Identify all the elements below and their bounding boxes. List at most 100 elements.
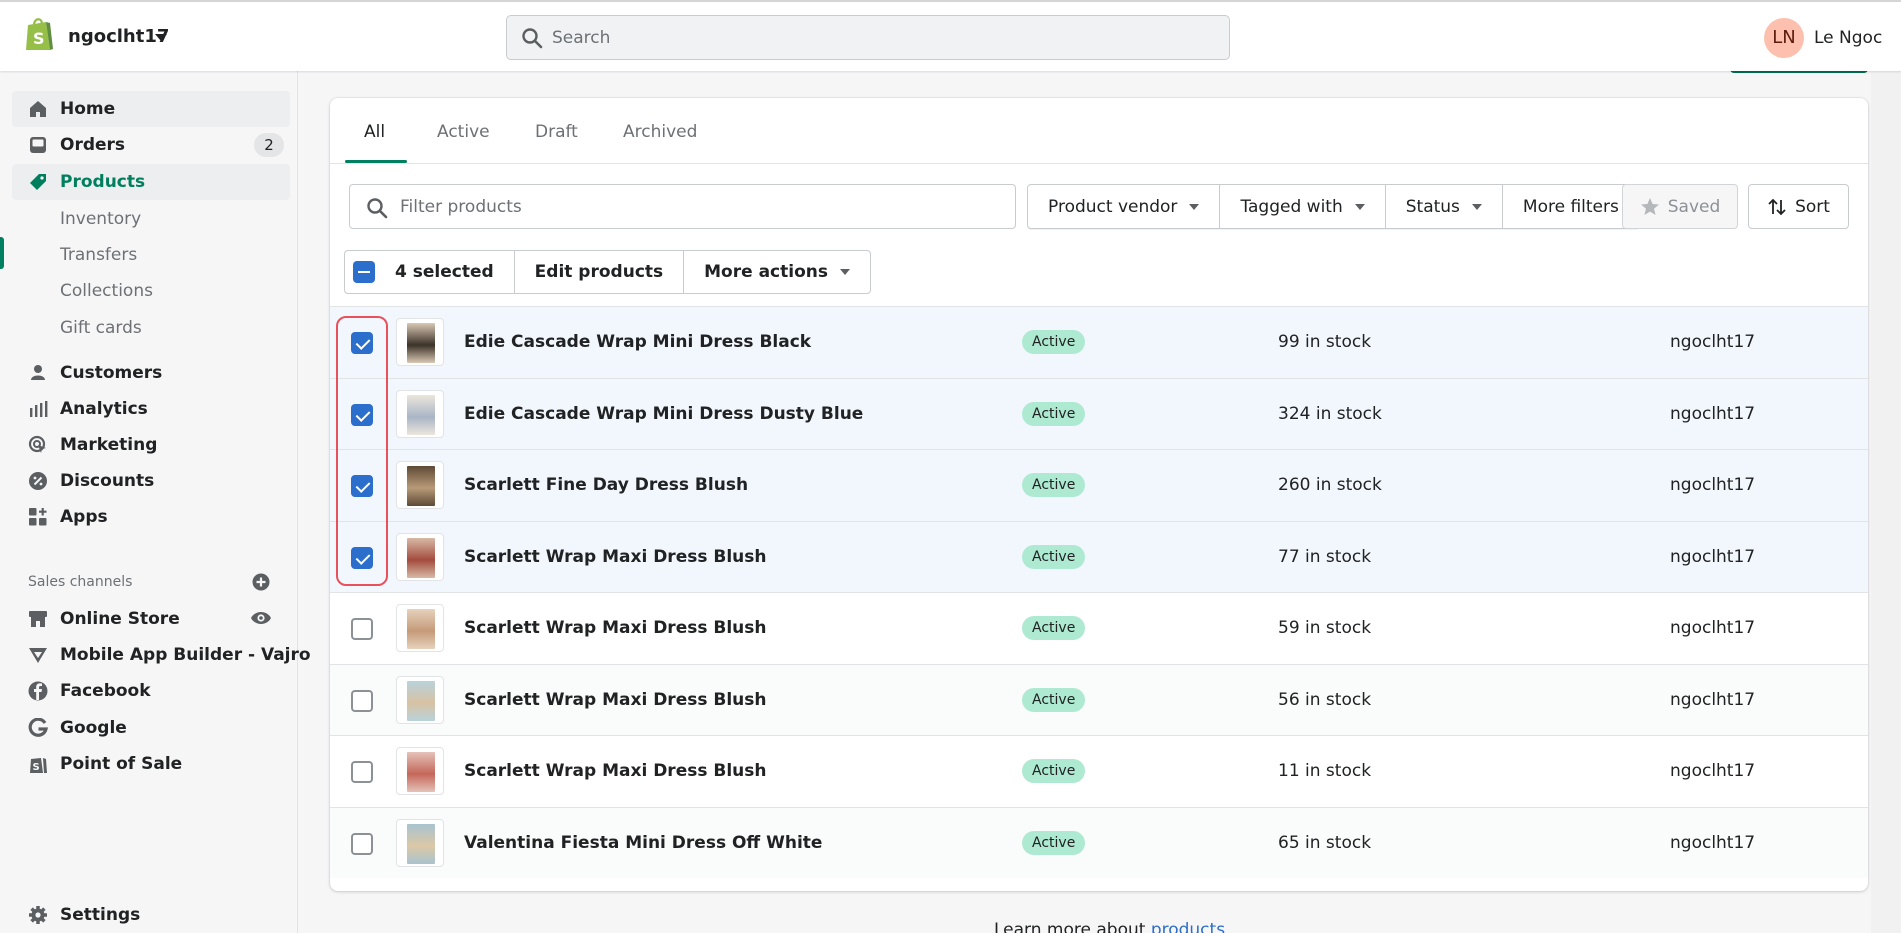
sidebar-item-google[interactable]: Google [12, 710, 290, 746]
row-checkbox[interactable] [351, 689, 373, 712]
inventory-count: 324 in stock [1278, 403, 1382, 424]
caret-down-icon[interactable] [155, 34, 167, 41]
product-name[interactable]: Edie Cascade Wrap Mini Dress Dusty Blue [464, 404, 863, 424]
row-checkbox[interactable] [351, 546, 373, 569]
product-name[interactable]: Scarlett Wrap Maxi Dress Blush [464, 690, 767, 710]
table-row[interactable]: Scarlett Fine Day Dress Blush Active 260 i… [330, 449, 1868, 521]
sidebar-item-inventory[interactable]: Inventory [12, 201, 290, 237]
product-name[interactable]: Scarlett Fine Day Dress Blush [464, 475, 748, 495]
table-row[interactable]: Scarlett Wrap Maxi Dress Blush Active 11 i… [330, 735, 1868, 807]
sidebar-item-apps[interactable]: Apps [12, 499, 290, 535]
sidebar-item-analytics[interactable]: Analytics [12, 391, 290, 427]
orders-count-badge: 2 [254, 133, 284, 157]
sort-button[interactable]: Sort [1748, 184, 1849, 229]
pos-icon: S [30, 758, 47, 773]
table-row[interactable]: Edie Cascade Wrap Mini Dress Black Active… [330, 306, 1868, 378]
vendor-name: ngoclht17 [1670, 761, 1756, 781]
add-channel-plus-icon[interactable] [252, 573, 270, 591]
indeterminate-checkbox[interactable] [353, 261, 375, 283]
status-badge: Active [1022, 473, 1086, 497]
sidebar-item-orders[interactable]: Orders 2 [12, 127, 290, 163]
filter-products-input[interactable]: Filter products [349, 184, 1016, 229]
user-name[interactable]: Le Ngoc [1814, 28, 1882, 48]
table-row[interactable]: Edie Cascade Wrap Mini Dress Dusty Blue A… [330, 377, 1868, 449]
product-thumbnail[interactable] [396, 604, 444, 652]
sidebar-item-transfers[interactable]: Transfers [12, 237, 290, 273]
caret-down-icon [1354, 203, 1365, 210]
vajro-icon [29, 648, 47, 663]
target-icon [28, 435, 46, 453]
product-vendor-filter-button[interactable]: Product vendor [1028, 185, 1219, 228]
products-help-link[interactable]: products [1151, 920, 1225, 933]
table-row[interactable]: Scarlett Wrap Maxi Dress Blush Active 59 i… [330, 592, 1868, 664]
button-label: Product vendor [1048, 196, 1178, 217]
product-thumbnail[interactable] [396, 389, 444, 438]
facebook-icon [28, 681, 48, 701]
product-thumbnail[interactable] [396, 532, 444, 581]
sidebar-item-label: Transfers [60, 245, 138, 265]
inventory-count: 77 in stock [1278, 546, 1372, 567]
sort-arrows-icon [1768, 198, 1786, 215]
sidebar-item-online-store[interactable]: Online Store [12, 601, 290, 637]
sidebar-item-marketing[interactable]: Marketing [12, 427, 290, 463]
vendor-name: ngoclht17 [1670, 546, 1756, 567]
product-thumbnail[interactable] [396, 675, 444, 724]
sidebar-item-gift-cards[interactable]: Gift cards [12, 310, 290, 346]
row-checkbox[interactable] [351, 332, 373, 354]
google-icon [28, 718, 48, 737]
tab-all[interactable]: All [364, 122, 385, 142]
row-checkbox[interactable] [351, 761, 373, 783]
table-row[interactable]: Scarlett Wrap Maxi Dress Blush Active 56 i… [330, 663, 1868, 735]
product-name[interactable]: Scarlett Wrap Maxi Dress Blush [464, 547, 767, 567]
sidebar-item-home[interactable]: Home [12, 91, 290, 127]
product-thumbnail[interactable] [396, 747, 444, 795]
sidebar-item-vajro[interactable]: Mobile App Builder - Vajro [12, 637, 311, 673]
product-thumbnail[interactable] [396, 818, 444, 867]
sidebar-item-point-of-sale[interactable]: S Point of Sale [12, 746, 290, 782]
sidebar-item-facebook[interactable]: Facebook [12, 673, 290, 709]
row-checkbox[interactable] [351, 618, 373, 640]
sidebar-item-discounts[interactable]: Discounts [12, 463, 290, 499]
sidebar-item-products[interactable]: Products [12, 164, 290, 200]
sidebar-item-label: Collections [60, 281, 153, 301]
more-filters-button[interactable]: More filters [1501, 185, 1639, 228]
products-card: All Active Draft Archived Filter product… [330, 98, 1868, 891]
vendor-name: ngoclht17 [1670, 618, 1756, 638]
eye-icon[interactable] [250, 609, 272, 627]
tab-draft[interactable]: Draft [535, 122, 578, 142]
sidebar-item-customers[interactable]: Customers [12, 355, 290, 391]
sidebar-item-label: Inventory [60, 209, 142, 229]
caret-down-icon [839, 269, 850, 275]
saved-button[interactable]: Saved [1622, 184, 1738, 229]
edit-products-button[interactable]: Edit products [513, 251, 683, 293]
vendor-name: ngoclht17 [1670, 403, 1756, 424]
sidebar-item-label: Discounts [60, 471, 155, 491]
row-checkbox[interactable] [351, 403, 373, 426]
row-checkbox[interactable] [351, 475, 373, 497]
sidebar-item-label: Customers [60, 363, 163, 383]
product-name[interactable]: Scarlett Wrap Maxi Dress Blush [464, 761, 767, 781]
more-actions-button[interactable]: More actions [683, 251, 870, 293]
sidebar-item-collections[interactable]: Collections [12, 273, 290, 309]
product-name[interactable]: Scarlett Wrap Maxi Dress Blush [464, 618, 767, 638]
global-search-input[interactable]: Search [506, 15, 1230, 60]
shopify-logo-icon[interactable]: S [24, 16, 54, 52]
sidebar-item-settings[interactable]: Settings [12, 897, 290, 933]
sidebar-item-label: Products [60, 172, 146, 192]
status-filter-button[interactable]: Status [1384, 185, 1502, 228]
product-thumbnail[interactable] [396, 461, 444, 509]
tagged-with-filter-button[interactable]: Tagged with [1219, 185, 1384, 228]
table-row[interactable]: Scarlett Wrap Maxi Dress Blush Active 77 i… [330, 520, 1868, 592]
status-badge: Active [1022, 401, 1086, 426]
product-thumbnail[interactable] [396, 318, 444, 366]
tab-active[interactable]: Active [437, 122, 490, 142]
product-name[interactable]: Valentina Fiesta Mini Dress Off White [464, 833, 822, 853]
page-scrollbar[interactable] [1871, 71, 1901, 933]
product-name[interactable]: Edie Cascade Wrap Mini Dress Black [464, 332, 811, 352]
active-indicator [0, 237, 4, 269]
avatar[interactable]: LN [1764, 18, 1804, 58]
row-checkbox[interactable] [351, 832, 373, 855]
table-row[interactable]: Valentina Fiesta Mini Dress Off White Act… [330, 806, 1868, 878]
tab-archived[interactable]: Archived [623, 122, 697, 142]
select-all-toggle[interactable]: 4 selected [345, 251, 514, 293]
